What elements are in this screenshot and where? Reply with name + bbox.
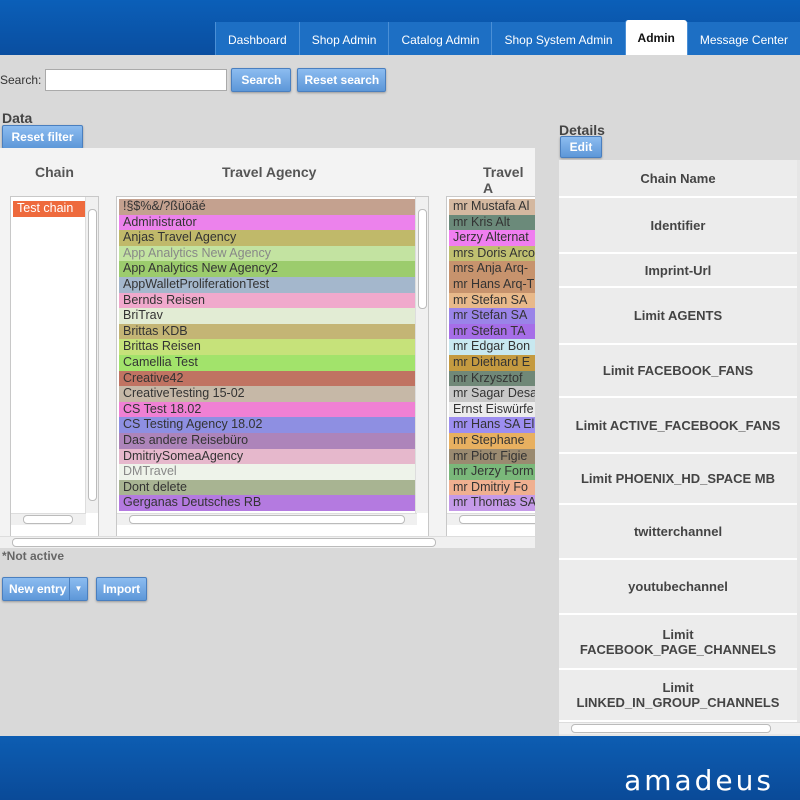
agency-list-item[interactable]: Bernds Reisen — [119, 292, 415, 309]
edit-button[interactable]: Edit — [560, 136, 602, 158]
footer: amadeus — [0, 736, 800, 800]
agency-list-item[interactable]: Anjas Travel Agency — [119, 230, 415, 246]
tab-shop-system-admin[interactable]: Shop System Admin — [491, 22, 625, 55]
agency-list-item[interactable]: Brittas Reisen — [119, 339, 415, 355]
agent-list-item[interactable]: mr Stephane — [449, 432, 535, 449]
agency-list-item[interactable]: App Analytics New Agency2 — [119, 261, 415, 277]
agency-list-item[interactable]: CreativeTesting 15-02 — [119, 386, 415, 402]
not-active-note: *Not active — [2, 549, 65, 563]
agent-list-item[interactable]: mr Stefan TA — [449, 323, 535, 340]
details-field-label: Identifier — [559, 198, 797, 254]
chain-list-item[interactable]: Test chain — [13, 201, 85, 217]
data-section-title: Data — [2, 110, 33, 126]
agent-list-item[interactable]: mrs Doris Arco — [449, 245, 535, 262]
agent-list-item[interactable]: mr Piotr Figie — [449, 448, 535, 465]
agency-list-item[interactable]: Dont delete — [119, 479, 415, 496]
details-field-label: Limit AGENTS — [559, 288, 797, 345]
agency-list-item[interactable]: Camellia Test — [119, 354, 415, 371]
details-field-label: Limit ACTIVE_FACEBOOK_FANS — [559, 398, 797, 454]
agency-list-hscrollbar[interactable] — [117, 513, 417, 525]
import-button[interactable]: Import — [96, 577, 147, 601]
agent-list-item[interactable]: mr Edgar Bon — [449, 339, 535, 355]
new-entry-button[interactable]: New entry ▼ — [2, 577, 88, 601]
chain-column-header: Chain — [35, 164, 74, 180]
details-field-label: Chain Name — [559, 160, 797, 198]
agency-list-item[interactable]: Gerganas Deutsches RB — [119, 495, 415, 511]
search-label: Search: — [0, 73, 42, 87]
agency-list-item[interactable]: Administrator — [119, 214, 415, 231]
agency-column-header: Travel Agency — [222, 164, 317, 180]
agency-list-item[interactable]: Das andere Reisebüro — [119, 432, 415, 449]
agent-list-item[interactable]: mr Sagar Desa — [449, 386, 535, 402]
details-field-label: Imprint-Url — [559, 254, 797, 288]
agency-list-item[interactable]: !§$%&/?ßüöäé — [119, 199, 415, 215]
agency-list-item[interactable]: CS Testing Agency 18.02 — [119, 417, 415, 433]
tab-dashboard[interactable]: Dashboard — [215, 22, 299, 55]
agent-list-item[interactable]: mr Hans Arq-T — [449, 276, 535, 293]
details-field-label: Limit FACEBOOK_PAGE_CHANNELS — [559, 615, 797, 670]
agent-list-item[interactable]: mr Kris Alt — [449, 214, 535, 231]
agent-list-item[interactable]: mr Thomas SA — [449, 495, 535, 511]
details-panel: Chain Name Identifier Imprint-Url Limit AGE… — [559, 160, 800, 736]
tab-shop-admin[interactable]: Shop Admin — [298, 22, 389, 55]
data-panel: Chain Travel Agency Travel A Test chain … — [0, 148, 535, 548]
agent-list-item[interactable]: mrs Anja Arq- — [449, 261, 535, 277]
agency-list-item[interactable]: App Analytics New Agency — [119, 245, 415, 262]
agency-list-item[interactable]: DmitriySomeaAgency — [119, 448, 415, 465]
agent-list-item[interactable]: mr Mustafa Al — [449, 199, 535, 215]
agent-list-item[interactable]: mr Diethard E — [449, 354, 535, 371]
tab-admin[interactable]: Admin — [624, 20, 687, 55]
chevron-down-icon[interactable]: ▼ — [69, 578, 87, 600]
new-entry-label: New entry — [9, 582, 67, 596]
agent-list-item[interactable]: mr Stefan SA — [449, 292, 535, 309]
details-field-label: Limit LINKED_IN_GROUP_CHANNELS — [559, 670, 797, 722]
search-button[interactable]: Search — [231, 68, 292, 92]
tab-message-center[interactable]: Message Center — [686, 22, 800, 55]
details-field-label: youtubechannel — [559, 560, 797, 615]
details-field-label: Limit FACEBOOK_FANS — [559, 345, 797, 398]
agent-list-item[interactable]: mr Jerzy Form — [449, 464, 535, 480]
agent-list-item[interactable]: Jerzy Alternat — [449, 230, 535, 246]
agent-list-item[interactable]: mr Dmitriy Fo — [449, 479, 535, 496]
agent-list-hscrollbar[interactable] — [447, 513, 535, 525]
search-input[interactable] — [45, 69, 228, 91]
agency-list-scrollbar[interactable] — [415, 197, 428, 513]
agency-list-item[interactable]: BriTrav — [119, 308, 415, 324]
chain-list[interactable]: Test chain — [10, 196, 99, 548]
reset-search-button[interactable]: Reset search — [297, 68, 387, 92]
agent-list-item[interactable]: Ernst Eiswürfe — [449, 401, 535, 418]
agent-list[interactable]: mr Mustafa Al mr Kris Alt Jerzy Alternat mr… — [446, 196, 535, 548]
agency-list-item[interactable]: CS Test 18.02 — [119, 401, 415, 418]
agent-column-header: Travel A — [483, 164, 524, 196]
details-hscrollbar[interactable] — [559, 722, 800, 734]
main-nav-tabs: Dashboard Shop Admin Catalog Admin Shop … — [215, 20, 800, 55]
search-row: Search: Search Reset search — [0, 68, 387, 92]
agent-list-item[interactable]: mr Hans SA El — [449, 417, 535, 433]
agency-list-item[interactable]: Brittas KDB — [119, 323, 415, 340]
agency-list[interactable]: !§$%&/?ßüöäé Administrator Anjas Travel Ag… — [116, 196, 429, 548]
agent-list-item[interactable]: mr Stefan SA — [449, 308, 535, 324]
agent-list-item[interactable]: mr Krzysztof — [449, 370, 535, 387]
agency-list-item[interactable]: DMTravel — [119, 464, 415, 480]
chain-list-scrollbar[interactable] — [85, 197, 98, 513]
chain-list-hscrollbar[interactable] — [11, 513, 86, 525]
reset-filter-button[interactable]: Reset filter — [2, 125, 83, 149]
amadeus-logo: amadeus — [624, 764, 774, 797]
top-header: Dashboard Shop Admin Catalog Admin Shop … — [0, 0, 800, 55]
agency-list-item[interactable]: Creative42 — [119, 370, 415, 387]
details-field-label: twitterchannel — [559, 505, 797, 560]
agency-list-item[interactable]: AppWalletProliferationTest — [119, 276, 415, 293]
tab-catalog-admin[interactable]: Catalog Admin — [388, 22, 492, 55]
details-field-label: Limit PHOENIX_HD_SPACE MB — [559, 454, 797, 505]
data-panel-hscrollbar[interactable] — [0, 536, 535, 548]
